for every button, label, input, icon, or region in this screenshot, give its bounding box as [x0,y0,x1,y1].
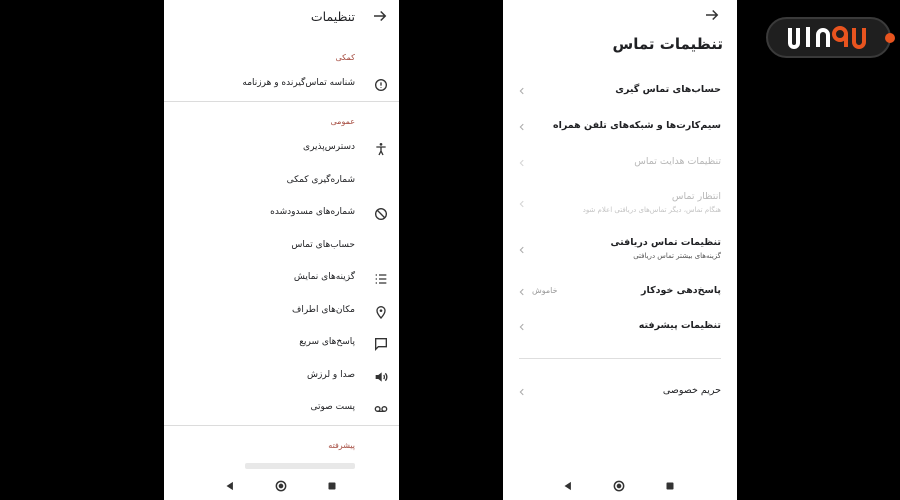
settings-item-label: پاسخ‌دهی خودکار [641,285,721,296]
settings-item-label: تنظیمات هدایت تماس [634,156,721,167]
message-icon [375,338,387,351]
settings-item-label: صدا و لرزش [307,370,355,380]
volume-icon [375,372,388,382]
settings-item-privacy[interactable]: حریم خصوصی [503,377,737,407]
settings-item-label: حساب‌های تماس [291,240,355,250]
chevron-left-icon [519,323,524,331]
nav-back-icon[interactable] [561,479,575,493]
settings-item-nearby-places[interactable]: مکان‌های اطراف [164,297,399,327]
settings-item-calling-accounts[interactable]: حساب‌های تماس [164,232,399,262]
settings-item-sound-vibration[interactable]: صدا و لرزش [164,362,399,392]
settings-item-calling-accounts[interactable]: حساب‌های تماس گیری [503,76,737,106]
chevron-left-icon [519,288,524,296]
block-icon [375,208,387,220]
settings-item-label: تنظیمات پیشرفته [638,320,721,331]
settings-item-label: گزینه‌های نمایش [293,272,355,282]
divider [164,425,399,426]
chevron-left-icon [519,159,524,167]
settings-item-assisted-dialing[interactable]: شماره‌گیری کمکی [164,167,399,197]
navigation-bar [503,472,737,500]
right-call-settings-screen: تنظیمات تماس حساب‌های تماس گیری سیم‌کارت… [503,0,737,500]
auto-answer-value: خاموش [532,286,558,295]
back-arrow-icon[interactable] [371,7,389,25]
section-help: کمکی [335,53,355,62]
settings-item-display-options[interactable]: گزینه‌های نمایش [164,264,399,294]
settings-item-label: حریم خصوصی [662,385,721,396]
brand-logo-mark [788,26,866,49]
chevron-left-icon [519,388,524,396]
section-general: عمومی [330,117,355,126]
brand-logo [766,17,895,58]
left-settings-screen: تنظیمات کمکی شناسه تماس‌گیرنده و هرزنامه… [164,0,399,500]
logo-accent-dot [885,33,895,43]
divider [164,101,399,102]
nav-back-icon[interactable] [223,479,237,493]
settings-item-label: شناسه تماس‌گیرنده و هرزنامه [242,78,355,88]
page-title: تنظیمات [310,9,355,24]
settings-item-caller-id[interactable]: شناسه تماس‌گیرنده و هرزنامه [164,70,399,100]
page-title: تنظیمات تماس [612,35,724,53]
info-icon [375,79,387,91]
nav-home-icon[interactable] [612,479,626,493]
chevron-left-icon [519,200,524,208]
settings-item-call-waiting: انتظار تماس هنگام تماس، دیگر تماس‌های در… [503,185,737,225]
settings-item-label: انتظار تماس [671,191,721,202]
settings-item-blocked-numbers[interactable]: شماره‌های مسدودشده [164,199,399,229]
settings-item-sim-networks[interactable]: سیم‌کارت‌ها و شبکه‌های تلفن همراه [503,112,737,142]
nav-recents-icon[interactable] [325,479,339,493]
section-advanced: پیشرفته [328,441,355,450]
settings-item-label: دسترس‌پذیری [303,142,355,152]
location-pin-icon [376,306,386,319]
settings-item-voicemail[interactable]: پست صوتی [164,394,399,424]
chevron-left-icon [519,87,524,95]
settings-item-accessibility[interactable]: دسترس‌پذیری [164,134,399,164]
chevron-left-icon [519,123,524,131]
navigation-bar [164,472,399,500]
settings-item-quick-responses[interactable]: پاسخ‌های سریع [164,329,399,359]
settings-item-label: شماره‌های مسدودشده [270,207,355,217]
accessibility-icon [376,143,386,156]
back-arrow-icon[interactable] [703,6,721,24]
divider [519,358,721,359]
nav-recents-icon[interactable] [663,479,677,493]
chevron-left-icon [519,246,524,254]
settings-item-label: تنظیمات تماس دریافتی [610,237,721,248]
settings-item-label: شماره‌گیری کمکی [286,175,355,185]
settings-item-label: مکان‌های اطراف [292,305,355,315]
partially-hidden-item [245,463,355,469]
settings-item-label: پاسخ‌های سریع [299,337,355,347]
settings-header: تنظیمات [164,0,399,36]
voicemail-icon [374,406,388,412]
list-icon [375,274,387,284]
settings-item-auto-answer[interactable]: پاسخ‌دهی خودکار خاموش [503,277,737,307]
settings-item-subtitle: هنگام تماس، دیگر تماس‌های دریافتی اعلام … [582,206,721,214]
settings-item-call-forwarding: تنظیمات هدایت تماس [503,148,737,178]
settings-item-advanced[interactable]: تنظیمات پیشرفته [503,312,737,342]
settings-item-label: سیم‌کارت‌ها و شبکه‌های تلفن همراه [553,120,721,131]
settings-item-label: پست صوتی [310,402,355,412]
settings-item-label: حساب‌های تماس گیری [615,84,721,95]
settings-item-incoming-call[interactable]: تنظیمات تماس دریافتی گزینه‌های بیشتر تما… [503,231,737,271]
nav-home-icon[interactable] [274,479,288,493]
settings-item-subtitle: گزینه‌های بیشتر تماس دریافتی [633,252,721,260]
